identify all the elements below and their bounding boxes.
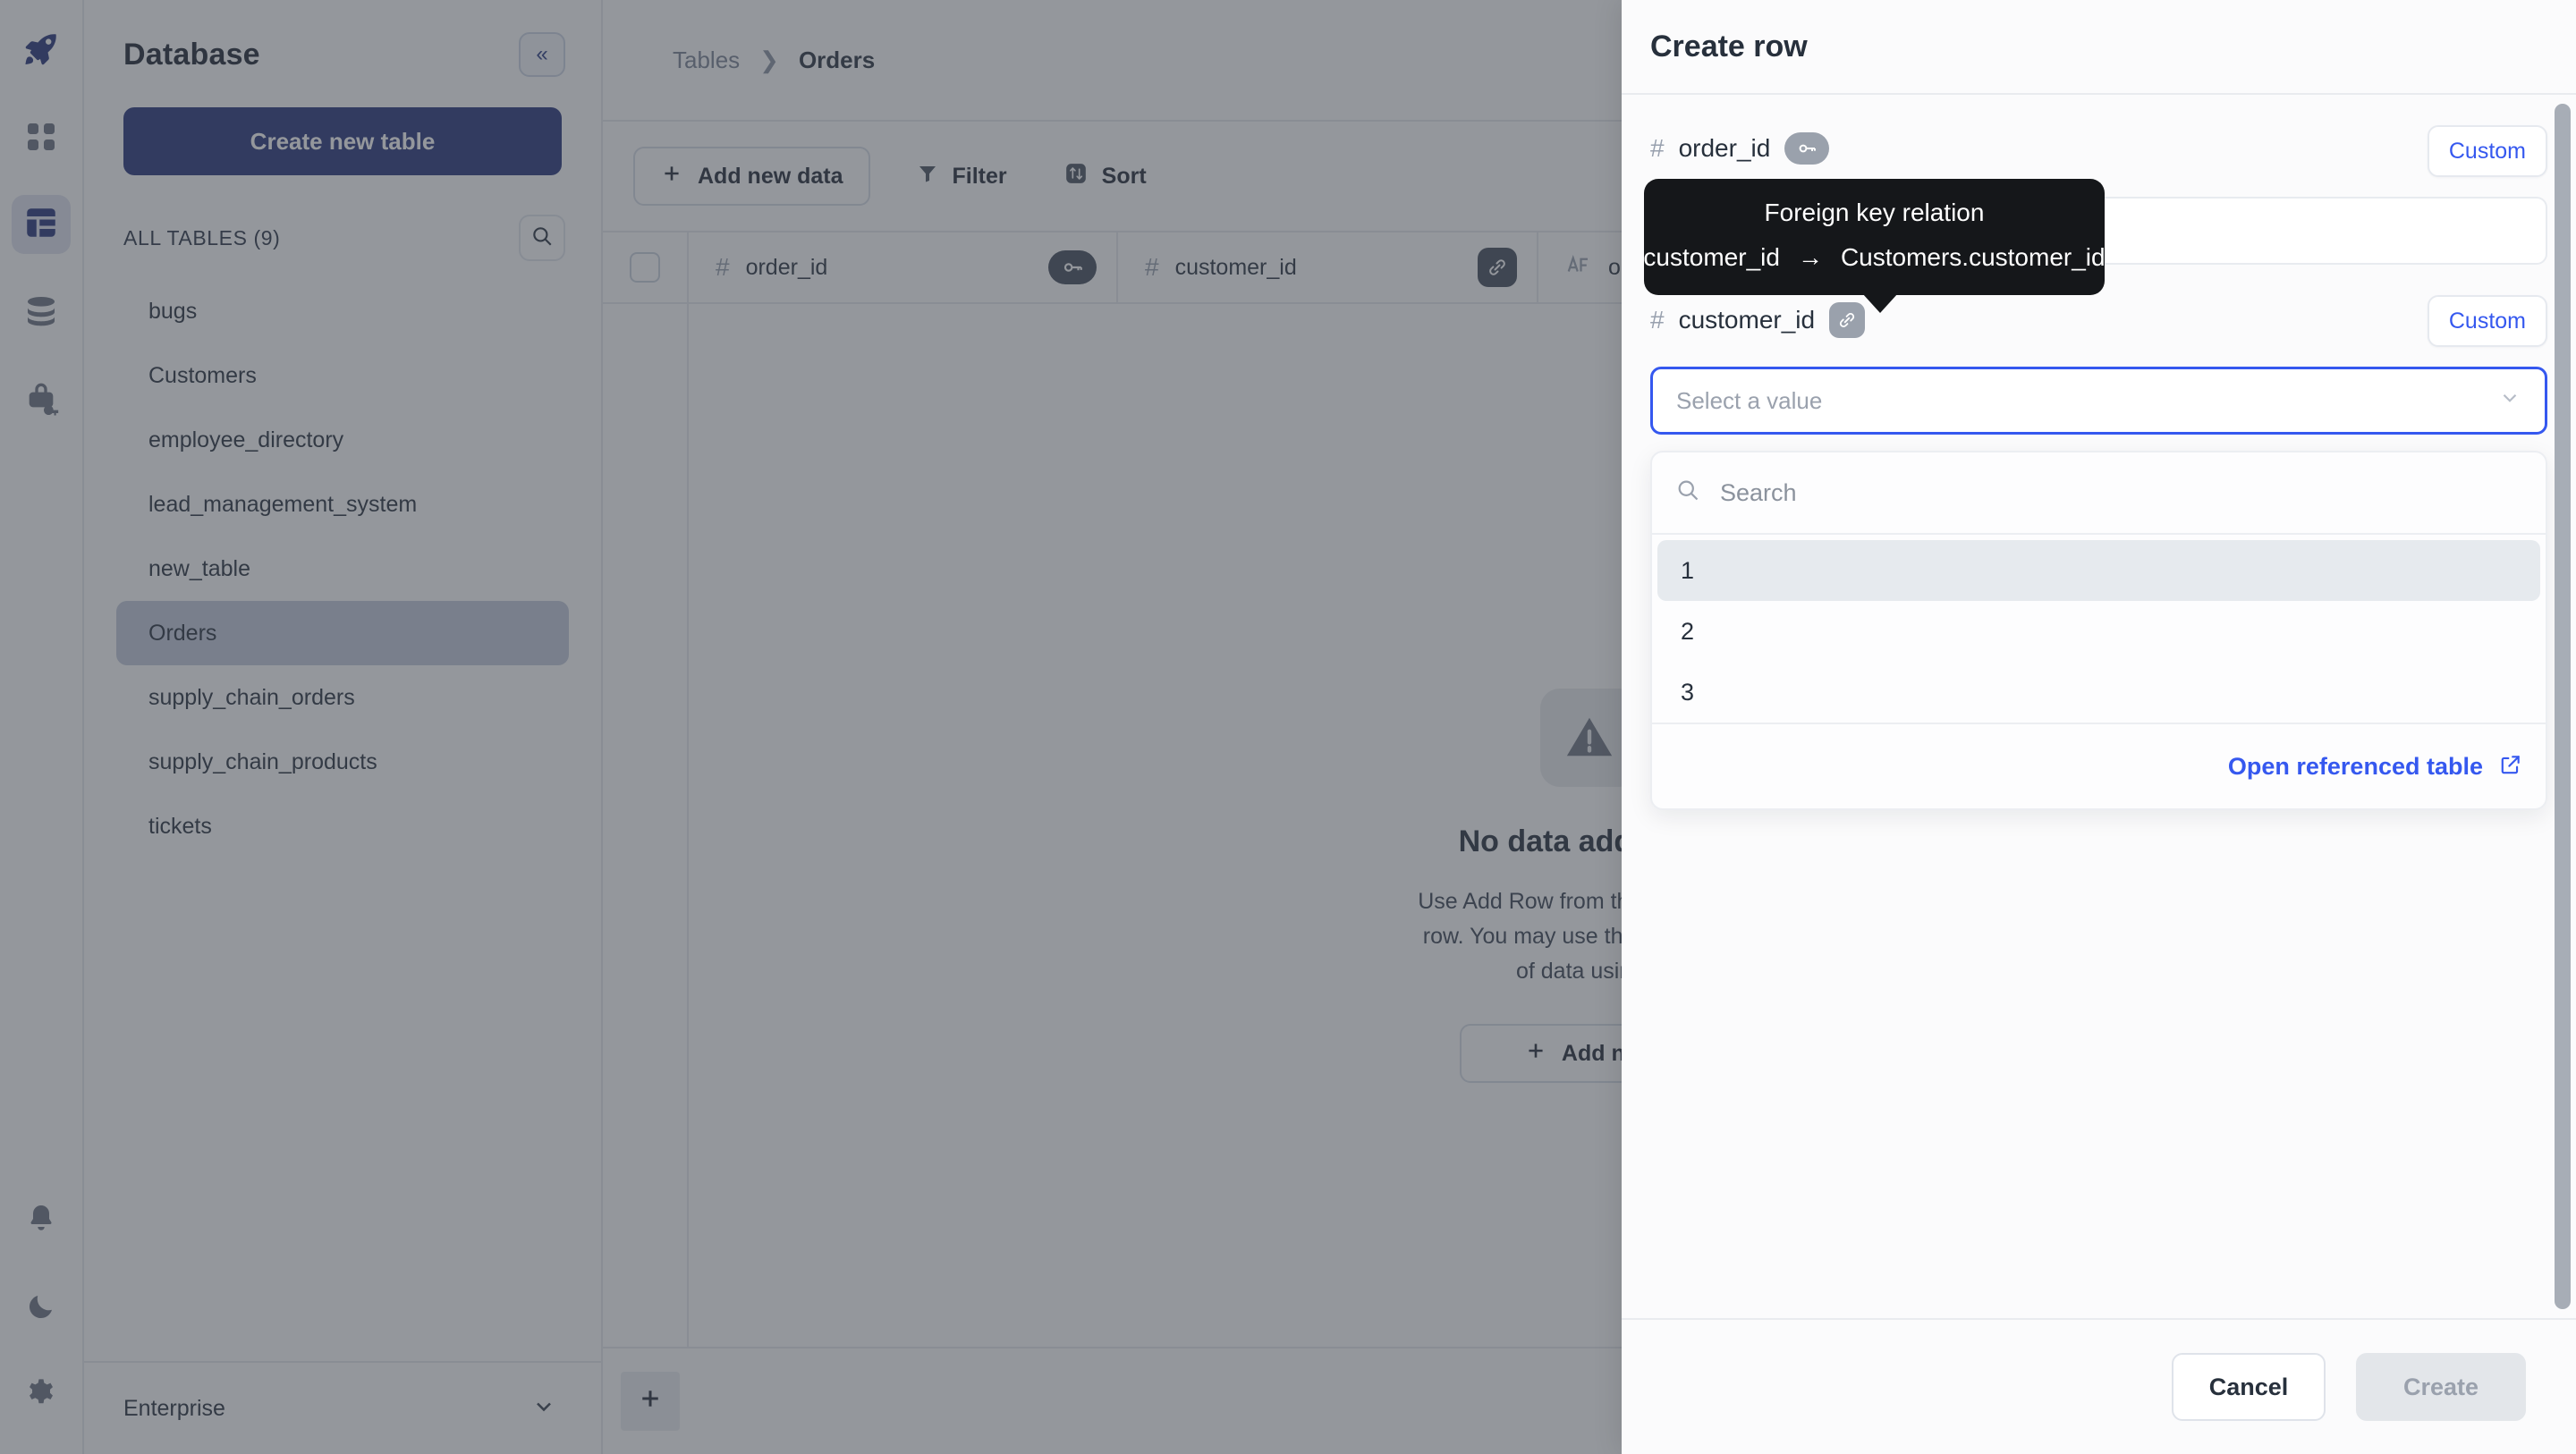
dropdown-option-label: 1 [1681,556,1695,584]
primary-key-icon [1784,132,1830,165]
create-row-header: Create row [1622,0,2576,95]
modal-scrollbar[interactable] [2555,104,2571,1309]
customer-id-dropdown: Search 1 2 3 Open referenced table [1650,451,2547,810]
tooltip-target: Customers.customer_id [1840,243,2106,271]
create-label: Create [2402,1373,2479,1400]
custom-button-customer-id[interactable]: Custom [2427,295,2547,347]
field-label-customer-id: customer_id [1678,306,1816,334]
tooltip-title: Foreign key relation [1764,199,1985,226]
dropdown-footer: Open referenced table [1652,723,2546,808]
customer-id-placeholder: Select a value [1676,386,1823,414]
dropdown-option[interactable]: 1 [1657,540,2540,601]
cancel-button[interactable]: Cancel [2172,1353,2326,1421]
dropdown-option[interactable]: 3 [1657,662,2540,723]
external-link-icon[interactable] [2499,753,2522,781]
foreign-key-tooltip: Foreign key relation customer_id → Custo… [1643,179,2106,313]
field-order-id: # order_id Custom [1650,95,2547,177]
dropdown-option-label: 3 [1681,678,1695,706]
app-root: Database « Create new table ALL TABLES (… [0,0,2576,1454]
create-row-title: Create row [1650,29,1808,63]
open-referenced-table-link[interactable]: Open referenced table [2228,753,2483,781]
create-button[interactable]: Create [2356,1353,2526,1421]
dropdown-search-row[interactable]: Search [1652,452,2546,535]
field-label-order-id: order_id [1678,134,1771,162]
number-hash-icon: # [1650,134,1665,162]
tooltip-source: customer_id [1643,243,1780,271]
cancel-label: Cancel [2208,1373,2289,1400]
search-icon [1675,478,1700,509]
chevron-down-icon [2498,386,2521,415]
tooltip-arrow [1862,293,1898,313]
custom-button-label: Custom [2448,138,2526,164]
create-row-footer: Cancel Create [1622,1318,2576,1454]
number-hash-icon: # [1650,306,1665,334]
custom-button-order-id[interactable]: Custom [2427,125,2547,177]
customer-id-select[interactable]: Select a value [1650,367,2547,435]
dropdown-option[interactable]: 2 [1657,601,2540,662]
custom-button-label: Custom [2448,308,2526,334]
dropdown-option-label: 2 [1681,617,1695,645]
dropdown-options: 1 2 3 [1652,535,2546,723]
link-foreign-key-icon[interactable] [1829,302,1866,338]
dropdown-search-placeholder: Search [1720,478,1797,506]
arrow-right-icon: → [1797,243,1823,271]
